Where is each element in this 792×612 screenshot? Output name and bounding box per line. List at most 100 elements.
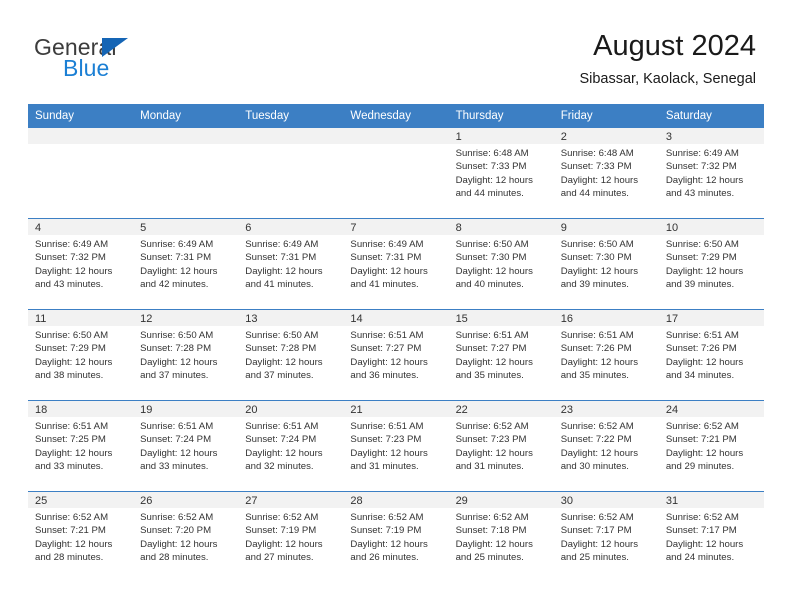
day-detail-line: and 41 minutes.: [245, 279, 314, 291]
day-number: 2: [553, 128, 659, 144]
day-details: Sunrise: 6:52 AM Sunset: 7:21 PM Daylight:…: [659, 417, 764, 474]
day-detail-line: Sunrise: 6:52 AM: [665, 421, 739, 432]
day-cell-inner: 6 Sunrise: 6:49 AM Sunset: 7:31 PM Daylight…: [238, 219, 344, 309]
day-detail-line: Daylight: 12 hours: [350, 265, 428, 277]
day-detail-line: Daylight: 12 hours: [350, 356, 428, 368]
day-detail-line: and 32 minutes.: [245, 461, 314, 473]
day-cell-inner: 30 Sunrise: 6:52 AM Sunset: 7:17 PM Dayligh…: [553, 492, 659, 582]
day-detail-line: Daylight: 12 hours: [560, 447, 639, 459]
calendar-body: 1 Sunrise: 6:48 AM Sunset: 7:33 PM Daylight…: [28, 128, 764, 582]
day-cell-inner: 2 Sunrise: 6:48 AM Sunset: 7:33 PM Daylight…: [553, 128, 659, 218]
day-details: Sunrise: 6:52 AM Sunset: 7:17 PM Daylight:…: [554, 508, 659, 565]
day-details: Sunrise: 6:51 AM Sunset: 7:25 PM Daylight:…: [28, 417, 133, 474]
calendar-week-row: 25 Sunrise: 6:52 AM Sunset: 7:21 PM Dayligh…: [28, 491, 764, 582]
calendar-day-cell[interactable]: 16 Sunrise: 6:51 AM Sunset: 7:26 PM Dayligh…: [553, 309, 659, 401]
day-detail-line: Sunrise: 6:52 AM: [245, 512, 319, 523]
calendar-day-cell[interactable]: 14 Sunrise: 6:51 AM Sunset: 7:27 PM Dayligh…: [343, 309, 449, 401]
calendar-day-cell[interactable]: 19 Sunrise: 6:51 AM Sunset: 7:24 PM Dayligh…: [133, 400, 239, 492]
calendar-week-row: 4 Sunrise: 6:49 AM Sunset: 7:32 PM Daylight…: [28, 218, 764, 310]
day-detail-line: and 42 minutes.: [140, 279, 209, 291]
day-detail-line: Sunrise: 6:49 AM: [35, 239, 109, 250]
day-number: 22: [448, 401, 554, 417]
calendar-day-cell[interactable]: 7 Sunrise: 6:49 AM Sunset: 7:31 PM Daylight…: [343, 218, 449, 310]
day-details: Sunrise: 6:48 AM Sunset: 7:33 PM Daylight:…: [449, 144, 554, 201]
calendar-day-cell[interactable]: 9 Sunrise: 6:50 AM Sunset: 7:30 PM Daylight…: [553, 218, 659, 310]
day-number: 10: [658, 219, 764, 235]
calendar-day-cell[interactable]: [133, 128, 239, 219]
day-detail-line: and 43 minutes.: [665, 188, 735, 200]
calendar-day-cell[interactable]: 31 Sunrise: 6:52 AM Sunset: 7:17 PM Dayligh…: [658, 491, 764, 582]
calendar-day-cell[interactable]: 20 Sunrise: 6:51 AM Sunset: 7:24 PM Dayligh…: [238, 400, 344, 492]
calendar-day-cell[interactable]: [343, 128, 449, 219]
day-detail-line: Sunrise: 6:50 AM: [35, 330, 109, 341]
day-detail-line: Sunrise: 6:49 AM: [245, 239, 319, 250]
day-detail-line: and 37 minutes.: [140, 370, 209, 382]
day-details: Sunrise: 6:51 AM Sunset: 7:27 PM Daylight:…: [449, 326, 554, 383]
calendar-day-cell[interactable]: 27 Sunrise: 6:52 AM Sunset: 7:19 PM Dayligh…: [238, 491, 344, 582]
day-details: [238, 144, 343, 147]
day-detail-line: Daylight: 12 hours: [140, 356, 218, 368]
day-cell-inner: 26 Sunrise: 6:52 AM Sunset: 7:20 PM Dayligh…: [133, 492, 239, 582]
day-details: Sunrise: 6:51 AM Sunset: 7:27 PM Daylight:…: [343, 326, 448, 383]
day-detail-line: Daylight: 12 hours: [455, 265, 533, 277]
day-detail-line: and 40 minutes.: [455, 279, 524, 291]
calendar-day-cell[interactable]: 10 Sunrise: 6:50 AM Sunset: 7:29 PM Dayligh…: [658, 218, 764, 310]
calendar-day-cell[interactable]: 30 Sunrise: 6:52 AM Sunset: 7:17 PM Dayligh…: [553, 491, 659, 582]
day-detail-line: Sunset: 7:29 PM: [35, 343, 106, 355]
calendar-day-cell[interactable]: 3 Sunrise: 6:49 AM Sunset: 7:32 PM Daylight…: [658, 128, 764, 219]
day-detail-line: Sunset: 7:28 PM: [140, 343, 212, 355]
day-details: Sunrise: 6:51 AM Sunset: 7:23 PM Daylight:…: [343, 417, 448, 474]
weekday-header-saturday: Saturday: [658, 104, 764, 128]
calendar-day-cell[interactable]: 2 Sunrise: 6:48 AM Sunset: 7:33 PM Daylight…: [553, 128, 659, 219]
day-detail-line: Sunrise: 6:50 AM: [665, 239, 739, 250]
day-number: 9: [553, 219, 659, 235]
calendar-day-cell[interactable]: [238, 128, 344, 219]
calendar-day-cell[interactable]: 15 Sunrise: 6:51 AM Sunset: 7:27 PM Dayligh…: [448, 309, 554, 401]
location-subtitle: Sibassar, Kaolack, Senegal: [579, 71, 756, 87]
calendar-day-cell[interactable]: 13 Sunrise: 6:50 AM Sunset: 7:28 PM Dayligh…: [238, 309, 344, 401]
day-number: 17: [658, 310, 764, 326]
calendar-day-cell[interactable]: 11 Sunrise: 6:50 AM Sunset: 7:29 PM Dayligh…: [28, 309, 134, 401]
general-blue-logo[interactable]: General Blue: [34, 34, 234, 81]
day-detail-line: Daylight: 12 hours: [35, 447, 113, 459]
calendar-day-cell[interactable]: 23 Sunrise: 6:52 AM Sunset: 7:22 PM Dayligh…: [553, 400, 659, 492]
calendar-day-cell[interactable]: 29 Sunrise: 6:52 AM Sunset: 7:18 PM Dayligh…: [448, 491, 554, 582]
day-detail-line: Sunset: 7:31 PM: [140, 252, 212, 264]
day-detail-line: and 33 minutes.: [35, 461, 104, 473]
calendar-day-cell[interactable]: 4 Sunrise: 6:49 AM Sunset: 7:32 PM Daylight…: [28, 218, 134, 310]
day-number: 26: [133, 492, 239, 508]
day-detail-line: Sunset: 7:26 PM: [560, 343, 632, 355]
day-cell-inner: 1 Sunrise: 6:48 AM Sunset: 7:33 PM Daylight…: [448, 128, 554, 218]
day-detail-line: Sunrise: 6:51 AM: [560, 330, 634, 341]
day-detail-line: Sunset: 7:23 PM: [455, 434, 527, 446]
day-number: [343, 128, 449, 144]
day-detail-line: Sunrise: 6:51 AM: [665, 330, 739, 341]
calendar-day-cell[interactable]: 5 Sunrise: 6:49 AM Sunset: 7:31 PM Daylight…: [133, 218, 239, 310]
day-details: Sunrise: 6:49 AM Sunset: 7:32 PM Daylight:…: [659, 144, 764, 201]
day-cell-inner: 20 Sunrise: 6:51 AM Sunset: 7:24 PM Dayligh…: [238, 401, 344, 491]
calendar-day-cell[interactable]: 18 Sunrise: 6:51 AM Sunset: 7:25 PM Dayligh…: [28, 400, 134, 492]
calendar-day-cell[interactable]: 6 Sunrise: 6:49 AM Sunset: 7:31 PM Daylight…: [238, 218, 344, 310]
day-detail-line: and 25 minutes.: [455, 552, 524, 564]
day-detail-line: Sunrise: 6:51 AM: [350, 421, 424, 432]
calendar-day-cell[interactable]: 28 Sunrise: 6:52 AM Sunset: 7:19 PM Dayligh…: [343, 491, 449, 582]
calendar-day-cell[interactable]: 1 Sunrise: 6:48 AM Sunset: 7:33 PM Daylight…: [448, 128, 554, 219]
day-details: Sunrise: 6:52 AM Sunset: 7:17 PM Daylight:…: [659, 508, 764, 565]
calendar-day-cell[interactable]: 22 Sunrise: 6:52 AM Sunset: 7:23 PM Dayligh…: [448, 400, 554, 492]
calendar-day-cell[interactable]: 24 Sunrise: 6:52 AM Sunset: 7:21 PM Dayligh…: [658, 400, 764, 492]
calendar-day-cell[interactable]: 17 Sunrise: 6:51 AM Sunset: 7:26 PM Dayligh…: [658, 309, 764, 401]
day-detail-line: Daylight: 12 hours: [350, 538, 428, 550]
calendar-day-cell[interactable]: 25 Sunrise: 6:52 AM Sunset: 7:21 PM Dayligh…: [28, 491, 134, 582]
calendar-day-cell[interactable]: 21 Sunrise: 6:51 AM Sunset: 7:23 PM Dayligh…: [343, 400, 449, 492]
day-details: Sunrise: 6:49 AM Sunset: 7:31 PM Daylight:…: [133, 235, 238, 292]
day-details: Sunrise: 6:51 AM Sunset: 7:26 PM Daylight:…: [659, 326, 764, 383]
calendar-day-cell[interactable]: [28, 128, 134, 219]
calendar-day-cell[interactable]: 12 Sunrise: 6:50 AM Sunset: 7:28 PM Dayligh…: [133, 309, 239, 401]
day-detail-line: and 35 minutes.: [560, 370, 629, 382]
day-detail-line: Sunset: 7:20 PM: [140, 525, 212, 537]
day-detail-line: Sunrise: 6:52 AM: [455, 421, 529, 432]
day-number: 1: [448, 128, 554, 144]
calendar-day-cell[interactable]: 8 Sunrise: 6:50 AM Sunset: 7:30 PM Daylight…: [448, 218, 554, 310]
day-detail-line: Daylight: 12 hours: [665, 447, 744, 459]
calendar-day-cell[interactable]: 26 Sunrise: 6:52 AM Sunset: 7:20 PM Dayligh…: [133, 491, 239, 582]
